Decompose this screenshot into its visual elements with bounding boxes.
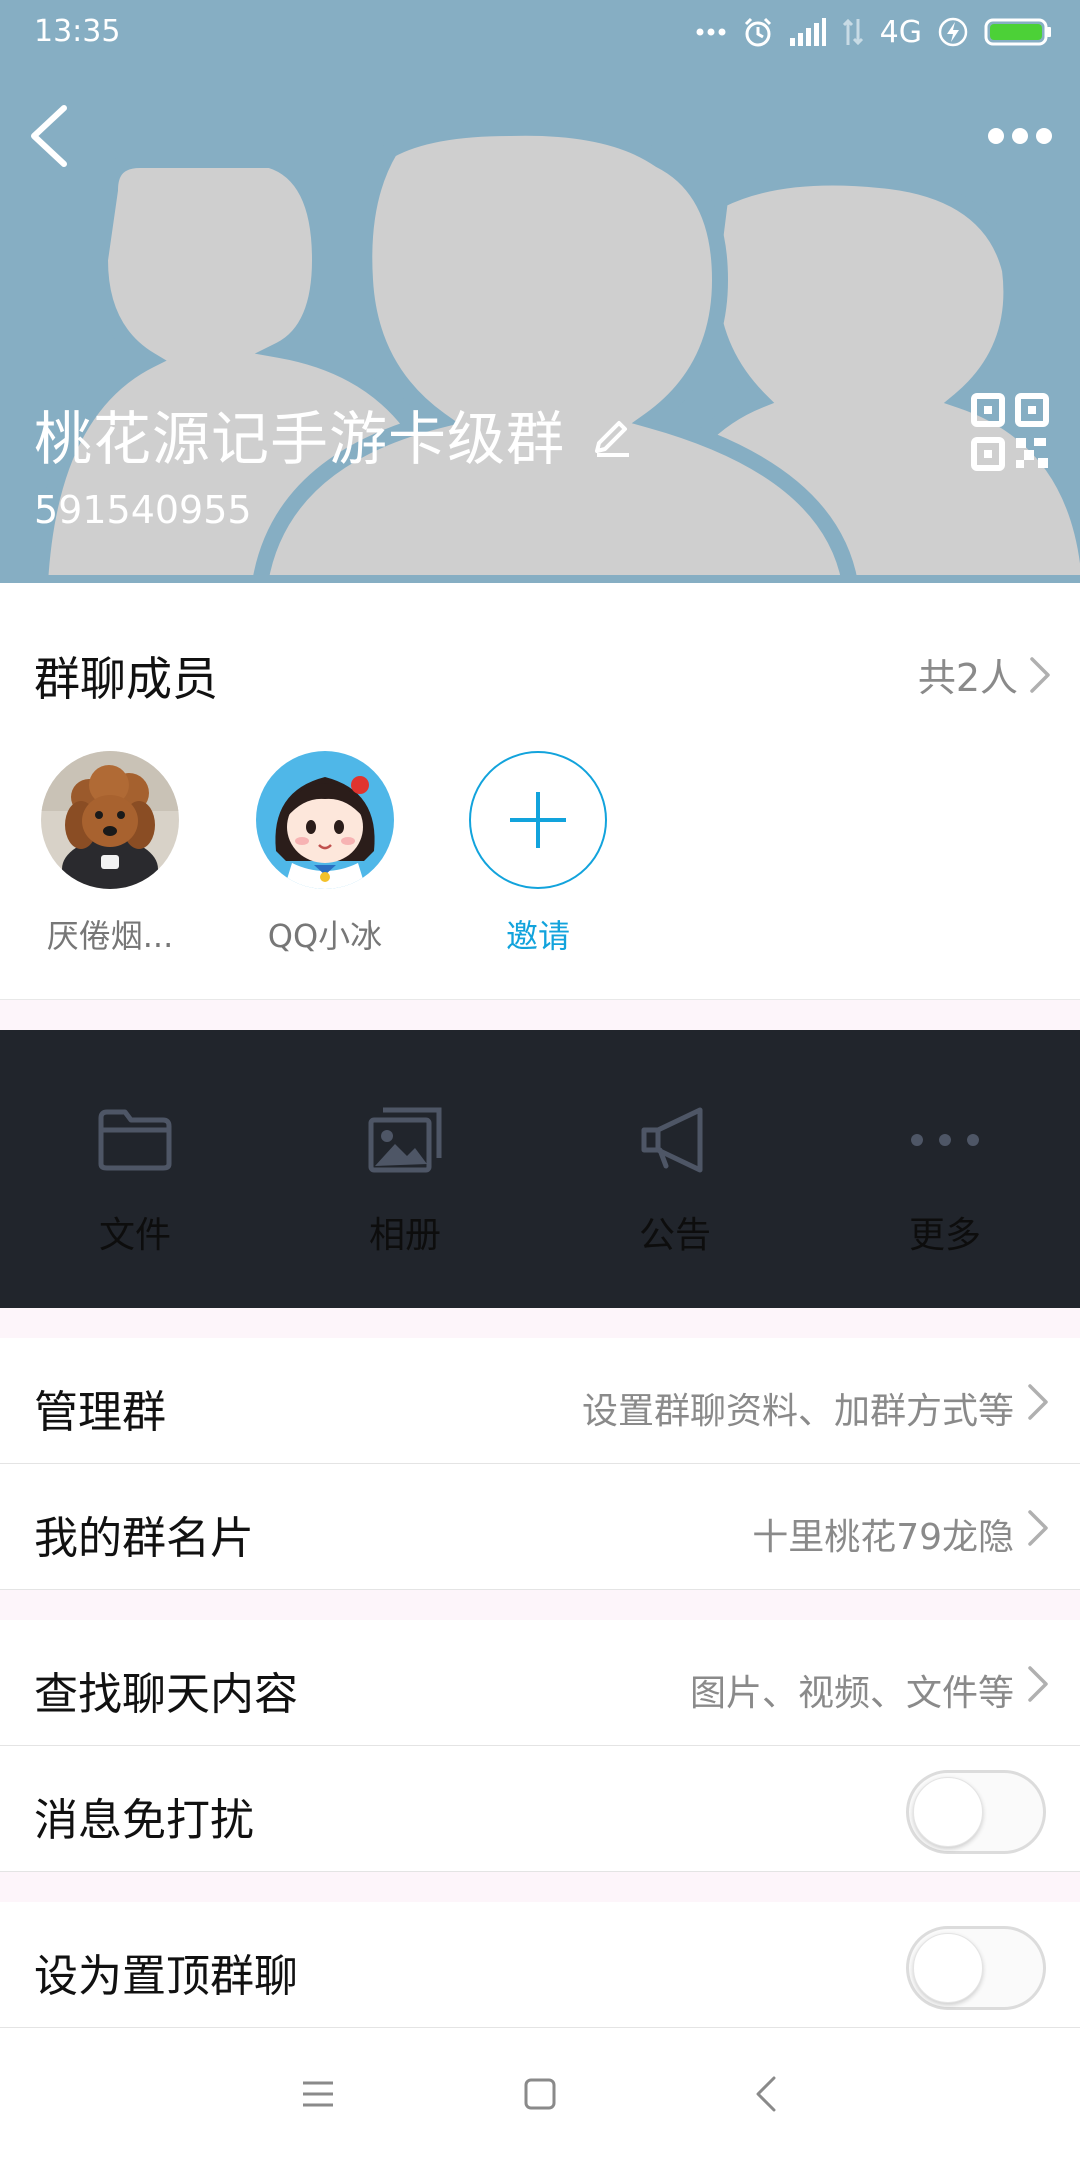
plus-icon [510, 792, 566, 848]
my-group-card-row[interactable]: 我的群名片 十里桃花79龙隐 [0, 1464, 1080, 1590]
album-icon [368, 1107, 442, 1173]
qr-code-button[interactable] [970, 392, 1050, 472]
toggle-knob [913, 1933, 983, 2003]
row-value: 十里桃花79龙隐 [752, 1517, 1014, 1558]
member-avatar-cartoon-girl [256, 751, 394, 889]
poodle-avatar-image [41, 751, 179, 889]
members-count-link[interactable]: 共2人 [918, 647, 1052, 702]
chevron-left-icon [31, 105, 67, 167]
invite-label: 邀请 [505, 917, 570, 955]
chevron-right-icon [1030, 656, 1050, 693]
group-id: 591540955 [34, 488, 252, 532]
chevron-right-icon [1028, 1510, 1048, 1546]
chevron-right-icon [1028, 1384, 1048, 1420]
menu-icon [303, 2081, 333, 2107]
shortcut-announcement[interactable]: 公告 [540, 1030, 810, 1308]
chevron-right-icon [1028, 1666, 1048, 1702]
alarm-icon [744, 17, 771, 47]
member-item[interactable]: QQ小冰 [235, 751, 415, 957]
row-label: 消息免打扰 [34, 1795, 254, 1846]
shortcut-files[interactable]: 文件 [0, 1030, 270, 1308]
system-nav-bar [0, 2028, 1080, 2160]
folder-icon [98, 1109, 172, 1171]
member-avatar-poodle [41, 751, 179, 889]
shortcut-label: 公告 [638, 1215, 711, 1256]
shortcut-album[interactable]: 相册 [270, 1030, 540, 1308]
cartoon-girl-avatar-image [256, 751, 394, 889]
battery-icon [984, 18, 1051, 46]
home-icon [524, 2078, 556, 2110]
row-label: 管理群 [34, 1387, 166, 1438]
shortcut-label: 更多 [908, 1215, 981, 1256]
invite-member-button[interactable]: 邀请 [448, 751, 628, 957]
members-title: 群聊成员 [34, 652, 218, 706]
mute-notifications-row: 消息免打扰 [0, 1746, 1080, 1872]
group-name: 桃花源记手游卡级群 [34, 405, 566, 473]
more-options-button[interactable] [984, 112, 1056, 160]
shortcut-more[interactable]: 更多 [810, 1030, 1080, 1308]
invite-circle [469, 751, 607, 889]
members-count: 共2人 [917, 656, 1018, 700]
nav-home-button[interactable] [510, 2064, 570, 2124]
pin-top-toggle[interactable] [906, 1926, 1046, 2010]
edit-pencil-icon[interactable] [589, 411, 635, 457]
member-name: QQ小冰 [267, 917, 383, 955]
member-name: 厌倦烟... [46, 917, 174, 955]
row-value: 图片、视频、文件等 [689, 1673, 1014, 1714]
row-label: 我的群名片 [34, 1513, 254, 1564]
status-bar: 13:35 4G [0, 0, 1080, 66]
member-item[interactable]: 厌倦烟... [20, 751, 200, 957]
network-type: 4G [879, 14, 922, 50]
manage-group-row[interactable]: 管理群 设置群聊资料、加群方式等 [0, 1338, 1080, 1464]
shortcut-label: 文件 [98, 1215, 171, 1256]
pin-top-row: 设为置顶群聊 [0, 1902, 1080, 2028]
mute-toggle[interactable] [906, 1770, 1046, 1854]
toggle-knob [913, 1777, 983, 1847]
status-icons: 4G [696, 14, 1052, 50]
search-chat-row[interactable]: 查找聊天内容 图片、视频、文件等 [0, 1620, 1080, 1746]
megaphone-icon [641, 1107, 703, 1173]
status-time: 13:35 [34, 14, 121, 49]
signal-icon [789, 18, 826, 46]
shortcut-label: 相册 [368, 1215, 441, 1256]
data-arrows-icon [842, 18, 863, 46]
dots-icon [696, 28, 726, 36]
more-dots-icon [988, 128, 1052, 144]
group-header: 13:35 4G 桃花源记手游卡级群 591540955 [0, 0, 1080, 583]
row-label: 查找聊天内容 [34, 1669, 298, 1720]
back-nav-icon [756, 2076, 776, 2112]
charging-icon [938, 17, 968, 47]
row-label: 设为置顶群聊 [34, 1951, 298, 2002]
nav-back-button[interactable] [736, 2064, 796, 2124]
group-title-row[interactable]: 桃花源记手游卡级群 [34, 392, 635, 476]
back-button[interactable] [20, 100, 84, 172]
nav-menu-button[interactable] [288, 2064, 348, 2124]
row-value: 设置群聊资料、加群方式等 [581, 1391, 1014, 1432]
qr-code-icon [971, 393, 1049, 471]
shortcut-bar: 文件 相册 公告 更多 [0, 1030, 1080, 1308]
group-members-section: 群聊成员 共2人 厌倦烟... QQ小冰 邀请 [0, 583, 1080, 1000]
more-icon [911, 1134, 979, 1146]
